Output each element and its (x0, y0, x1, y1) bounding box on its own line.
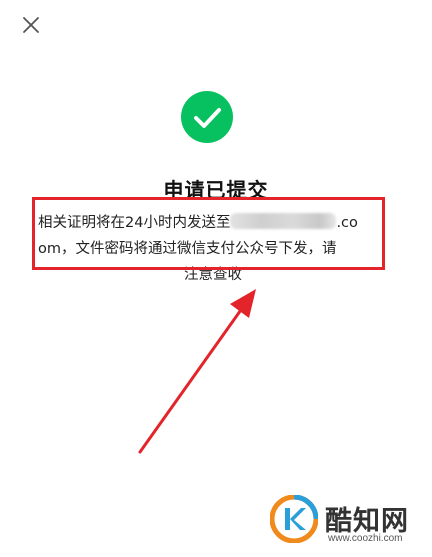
page-title: 申请已提交 (163, 178, 269, 202)
watermark-logo (270, 495, 318, 543)
redacted-email (230, 213, 337, 229)
message-line-1-text: 相关证明将在24小时内发送至 (38, 215, 231, 231)
check-circle-icon (181, 91, 233, 143)
message-line-2: om，文件密码将通过微信支付公众号下发，请 (38, 241, 337, 257)
close-icon (23, 17, 39, 33)
watermark-url: www.coozhi.com (328, 533, 403, 544)
message-line-3: 注意查收 (184, 267, 242, 283)
message-line-1-suffix: .co (336, 215, 358, 231)
watermark: 酷知网 www.coozhi.com (270, 493, 430, 553)
message-line-1: 相关证明将在24小时内发送至 .co (38, 210, 388, 236)
close-button[interactable] (20, 14, 42, 36)
submission-message: 相关证明将在24小时内发送至 .co om，文件密码将通过微信支付公众号下发，请 … (38, 210, 388, 288)
